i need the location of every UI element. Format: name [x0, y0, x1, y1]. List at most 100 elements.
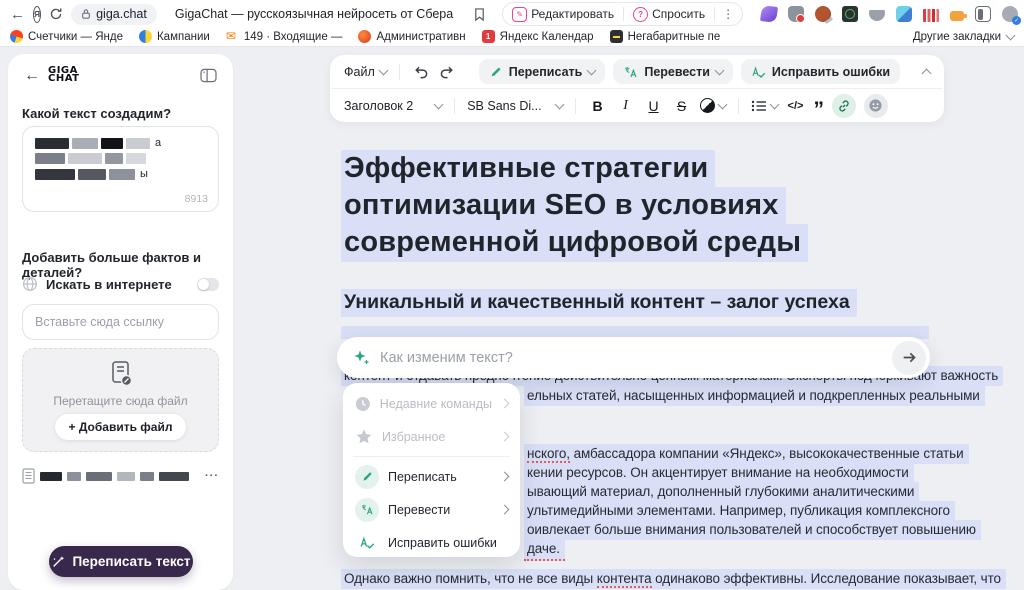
- body-text-line[interactable]: ультимедийными элементами. Например, пуб…: [524, 501, 955, 521]
- color-circle-icon: [700, 98, 715, 113]
- ai-prompt-input[interactable]: Как изменим текст?: [337, 337, 930, 378]
- extension-icons: ↓: [761, 6, 1024, 22]
- add-file-button[interactable]: + Добавить файл: [55, 414, 187, 440]
- browser-toolbar: ← Я giga.chat GigaChat — русскоязычная н…: [0, 0, 1024, 28]
- bookmark-calendar[interactable]: 1Яндекс Календар: [482, 30, 594, 43]
- ask-button[interactable]: ? Спросить: [624, 3, 714, 25]
- document-heading-line[interactable]: современной цифровой среды: [341, 224, 808, 262]
- attached-file-row[interactable]: ···: [22, 468, 219, 484]
- admin-favicon: [358, 30, 371, 43]
- bookmark-metrika[interactable]: Счетчики — Янде: [10, 30, 123, 43]
- document-heading-line[interactable]: оптимизации SEO в условиях: [341, 187, 786, 225]
- chart-extension-icon[interactable]: [923, 9, 939, 22]
- link-input[interactable]: Вставьте сюда ссылку: [22, 304, 219, 340]
- list-button[interactable]: [751, 99, 778, 113]
- web-search-label: Искать в интернете: [46, 277, 172, 292]
- underline-button[interactable]: U: [644, 98, 664, 114]
- menu-item-favorites[interactable]: Избранное: [343, 420, 520, 453]
- url-text: giga.chat: [96, 7, 147, 21]
- text-color-button[interactable]: [700, 98, 726, 113]
- body-text-line[interactable]: нского, амбассадора компании «Яндекс», в…: [524, 444, 969, 464]
- panel-toggle-icon[interactable]: [200, 68, 217, 83]
- command-dropdown: Недавние команды Избранное Переписать Пе…: [343, 383, 520, 557]
- bookmark-oversized[interactable]: Негабаритные пе: [610, 30, 721, 43]
- translate-icon: [355, 498, 379, 522]
- undo-icon[interactable]: [412, 64, 429, 79]
- italic-button[interactable]: I: [616, 98, 636, 114]
- body-text-line[interactable]: ывающий материал, дополненный глубокими …: [524, 482, 919, 502]
- toolbar-row-actions: Файл Переписать Перевести Исправить ошиб…: [330, 55, 944, 88]
- prompt-textarea[interactable]: а ы 8913: [22, 126, 219, 212]
- body-text-line[interactable]: Однако важно помнить, что не все виды ко…: [341, 569, 1006, 589]
- rewrite-text-button[interactable]: Переписать текст: [49, 546, 193, 577]
- document-upload-icon: [108, 360, 134, 388]
- edit-button[interactable]: ✎ Редактировать: [503, 3, 623, 25]
- bookmark-flag-icon[interactable]: [473, 7, 486, 22]
- globe-icon: [22, 276, 38, 292]
- collapse-toolbar-icon[interactable]: [922, 69, 932, 79]
- panel-extension-icon[interactable]: [975, 6, 991, 22]
- body-text-line[interactable]: оивлекает больше внимания пользователей …: [524, 520, 981, 540]
- lock-icon: [81, 8, 91, 20]
- redo-icon[interactable]: [439, 64, 456, 79]
- document-subheading[interactable]: Уникальный и качественный контент – зало…: [341, 289, 857, 317]
- dark-favicon: [610, 30, 623, 43]
- emoji-button[interactable]: [864, 94, 888, 118]
- rewrite-pen-icon: [355, 465, 379, 489]
- battery-extension-icon[interactable]: [950, 11, 964, 21]
- toolbar-row-format: Заголовок 2 SB Sans Di... B I U S </> ”: [330, 89, 944, 122]
- file-menu[interactable]: Файл: [344, 65, 387, 79]
- document-heading-line[interactable]: Эффективные стратегии: [341, 150, 715, 188]
- paragraph-style-select[interactable]: Заголовок 2: [344, 99, 442, 113]
- code-button[interactable]: </>: [788, 100, 804, 112]
- body-text-line[interactable]: кении ресурсов. Он акцентирует внимание …: [524, 463, 914, 483]
- body-text-line[interactable]: ельных статей, насыщенных информацией и …: [524, 386, 985, 406]
- cube-extension-icon[interactable]: [896, 6, 912, 22]
- yandex-browser-icon[interactable]: Я: [33, 6, 41, 23]
- bookmark-inbox[interactable]: ✉149 · Входящие —: [226, 30, 343, 43]
- send-button[interactable]: [892, 341, 926, 375]
- sidebar-back-icon[interactable]: ←: [24, 68, 40, 84]
- other-bookmarks[interactable]: Другие закладки: [913, 31, 1014, 43]
- prompt-label: Какой текст создадим?: [22, 106, 171, 121]
- redacted-text: ы: [35, 168, 208, 180]
- redacted-filename: [40, 472, 62, 481]
- mask-extension-icon[interactable]: [869, 10, 885, 21]
- fix-errors-action-button[interactable]: Исправить ошибки: [741, 59, 900, 84]
- reload-icon[interactable]: [49, 7, 63, 21]
- translate-action-button[interactable]: Перевести: [613, 59, 733, 84]
- rewrite-action-button[interactable]: Переписать: [479, 59, 606, 84]
- address-bar[interactable]: giga.chat: [71, 4, 157, 25]
- direct-favicon: [139, 30, 152, 43]
- font-select[interactable]: SB Sans Di...: [467, 99, 562, 113]
- dropzone-text: Перетащите сюда файл: [53, 394, 187, 408]
- char-counter: 8913: [185, 193, 208, 205]
- body-text-line[interactable]: даче.: [524, 539, 565, 561]
- sync-account-icon[interactable]: [1002, 6, 1018, 22]
- bookmark-campaigns[interactable]: Кампании: [139, 30, 210, 43]
- stamp-extension-icon[interactable]: [815, 6, 831, 22]
- link-button[interactable]: [832, 94, 856, 118]
- menu-item-fix-errors[interactable]: Исправить ошибки: [343, 526, 520, 559]
- file-dropzone[interactable]: Перетащите сюда файл + Добавить файл: [22, 348, 219, 452]
- feather-extension-icon[interactable]: [760, 5, 778, 23]
- calendar-favicon: 1: [482, 30, 495, 43]
- editor-icon: ✎: [512, 7, 527, 22]
- menu-item-translate[interactable]: Перевести: [343, 493, 520, 526]
- more-menu-icon[interactable]: ⋮: [715, 7, 742, 21]
- strikethrough-button[interactable]: S: [672, 98, 692, 114]
- bookmark-admin[interactable]: Административн: [358, 30, 465, 43]
- spellcheck-icon: [355, 531, 379, 555]
- back-icon[interactable]: ←: [10, 7, 25, 22]
- menu-item-recent[interactable]: Недавние команды: [343, 387, 520, 420]
- sidebar: ← GIGA CHAT Какой текст создадим? а ы 89…: [8, 54, 233, 590]
- web-search-toggle[interactable]: [197, 278, 219, 291]
- shield-extension-icon[interactable]: [788, 6, 804, 22]
- menu-item-rewrite[interactable]: Переписать: [343, 460, 520, 493]
- mail-favicon: ✉: [226, 30, 239, 43]
- quote-button[interactable]: ”: [813, 105, 824, 115]
- bold-button[interactable]: B: [588, 98, 608, 114]
- file-menu-dots[interactable]: ···: [205, 470, 219, 482]
- screen-extension-icon[interactable]: [842, 6, 858, 22]
- metrika-favicon: [10, 30, 23, 43]
